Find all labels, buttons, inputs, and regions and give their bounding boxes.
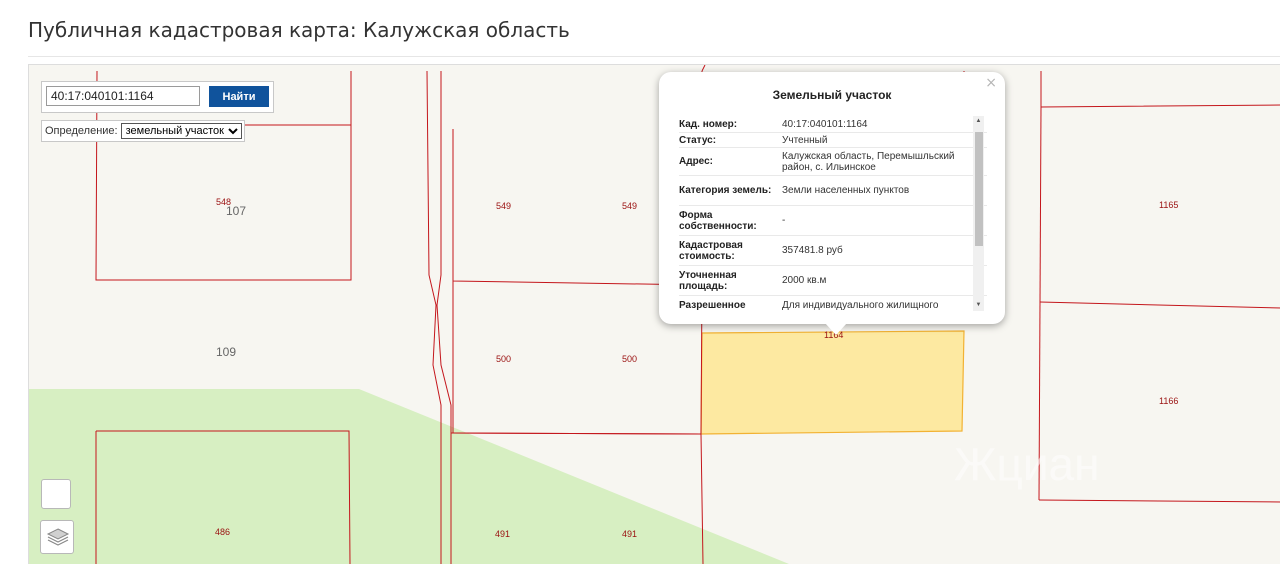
popup-pointer [825, 323, 847, 335]
scroll-up-icon[interactable]: ▲ [973, 116, 984, 127]
attr-row-cad-number: Кад. номер: 40:17:040101:1164 [679, 116, 987, 133]
watermark-text: Жциан [954, 438, 1100, 490]
plot-label-549-b: 549 [622, 201, 637, 211]
parcel-1166-bottom [1038, 499, 1280, 503]
attr-row-permitted-use: Разрешенное Для индивидуального жилищног… [679, 296, 987, 311]
cadastral-map[interactable]: Жциан 548 107 549 549 109 500 500 486 49… [28, 64, 1280, 564]
definition-select[interactable]: земельный участок [120, 123, 242, 139]
attr-row-cadastral-cost: Кадастровая стоимость: 357481.8 руб [679, 236, 987, 266]
selected-parcel-1164[interactable] [700, 330, 965, 435]
plot-label-549-a: 549 [496, 201, 511, 211]
map-control-button[interactable] [41, 479, 71, 509]
attr-key: Категория земель: [679, 185, 772, 196]
popup-title: Земельный участок [772, 88, 892, 102]
attr-value: - [782, 215, 786, 226]
attr-row-status: Статус: Учтенный [679, 133, 987, 148]
plot-label-500-a: 500 [496, 354, 511, 364]
attr-row-land-category: Категория земель: Земли населенных пункт… [679, 176, 987, 206]
quarter-label-109: 109 [216, 345, 236, 359]
attr-value: 2000 кв.м [782, 275, 827, 286]
popup-scrollbar[interactable]: ▲ ▼ [973, 116, 984, 311]
attr-value: Калужская область, Перемышльский район, … [782, 150, 955, 173]
attr-value: 357481.8 руб [782, 245, 843, 256]
attr-key: Кад. номер: [679, 118, 738, 130]
attr-value: Учтенный [782, 134, 828, 146]
attr-row-ownership: Форма собственности: - [679, 206, 987, 236]
plot-label-491-b: 491 [622, 529, 637, 539]
plot-label-1165: 1165 [1159, 200, 1178, 210]
green-zone [29, 389, 789, 564]
attr-key: Кадастровая стоимость: [679, 239, 743, 262]
plot-label-486: 486 [215, 527, 230, 537]
scroll-down-icon[interactable]: ▼ [973, 300, 984, 311]
definition-panel: Определение: земельный участок [41, 120, 245, 142]
attr-value: Для индивидуального жилищного [782, 299, 939, 311]
parcel-info-popup: × Земельный участок Кад. номер: 40:17:04… [659, 72, 1005, 335]
attr-value: 40:17:040101:1164 [782, 118, 868, 130]
quarter-label-107: 107 [226, 204, 246, 218]
attr-row-address: Адрес: Калужская область, Перемышльский … [679, 148, 987, 176]
attr-key: Разрешенное [679, 299, 746, 311]
attr-key: Статус: [679, 134, 717, 146]
layers-button[interactable] [40, 520, 74, 554]
parcel-line [701, 65, 706, 72]
attr-key: Форма собственности: [679, 209, 757, 232]
plot-label-1166: 1166 [1159, 396, 1178, 406]
scroll-thumb[interactable] [975, 132, 983, 246]
parcel-1166-top [1039, 301, 1280, 309]
attr-key: Уточненная площадь: [679, 269, 737, 292]
cadastral-number-input[interactable] [46, 86, 200, 106]
attribute-list[interactable]: Кад. номер: 40:17:040101:1164 Статус: Уч… [679, 116, 987, 311]
title-divider [28, 56, 1280, 57]
parcel-1165-top[interactable] [1040, 71, 1280, 108]
definition-label: Определение: [45, 125, 118, 137]
layers-icon [46, 528, 70, 546]
attr-value: Земли населенных пунктов [782, 185, 910, 196]
attr-row-area: Уточненная площадь: 2000 кв.м [679, 266, 987, 296]
attr-key: Адрес: [679, 156, 713, 167]
plot-label-500-b: 500 [622, 354, 637, 364]
page-title: Публичная кадастровая карта: Калужская о… [28, 18, 570, 42]
search-panel: Найти [41, 81, 274, 113]
plot-label-491-a: 491 [495, 529, 510, 539]
search-button[interactable]: Найти [209, 86, 269, 107]
